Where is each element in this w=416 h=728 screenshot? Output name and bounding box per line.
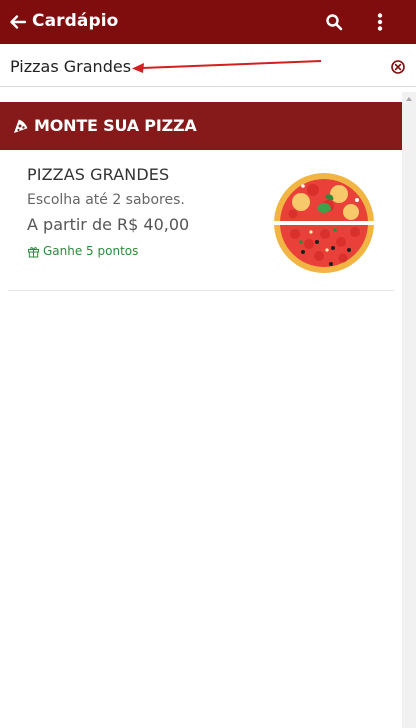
search-icon <box>326 14 343 31</box>
arrow-left-icon <box>10 15 27 29</box>
pizza-slice-icon <box>14 118 29 133</box>
more-options-button[interactable] <box>368 10 392 34</box>
product-description: Escolha até 2 sabores. <box>27 192 185 208</box>
product-name: PIZZAS GRANDES <box>27 165 170 184</box>
product-price: A partir de R$ 40,00 <box>27 215 190 234</box>
loyalty-points-label: Ganhe 5 pontos <box>43 244 139 258</box>
product-card[interactable]: PIZZAS GRANDES Escolha até 2 sabores. A … <box>8 150 394 291</box>
app-bar: Cardápio <box>0 0 416 44</box>
pizza-image <box>273 173 375 273</box>
page-title: Cardápio <box>32 11 119 31</box>
gift-icon <box>27 245 40 258</box>
section-title: MONTE SUA PIZZA <box>34 116 197 135</box>
clear-circle-icon <box>391 60 405 74</box>
loyalty-points: Ganhe 5 pontos <box>27 244 138 258</box>
annotation-arrow <box>132 60 322 73</box>
scroll-up-arrow-icon[interactable] <box>406 97 412 101</box>
scrollbar[interactable] <box>402 92 416 728</box>
search-button[interactable] <box>322 10 346 34</box>
clear-search-button[interactable] <box>389 58 407 76</box>
more-vertical-icon <box>377 13 383 31</box>
back-button[interactable] <box>6 10 30 34</box>
section-header: MONTE SUA PIZZA <box>0 102 402 150</box>
